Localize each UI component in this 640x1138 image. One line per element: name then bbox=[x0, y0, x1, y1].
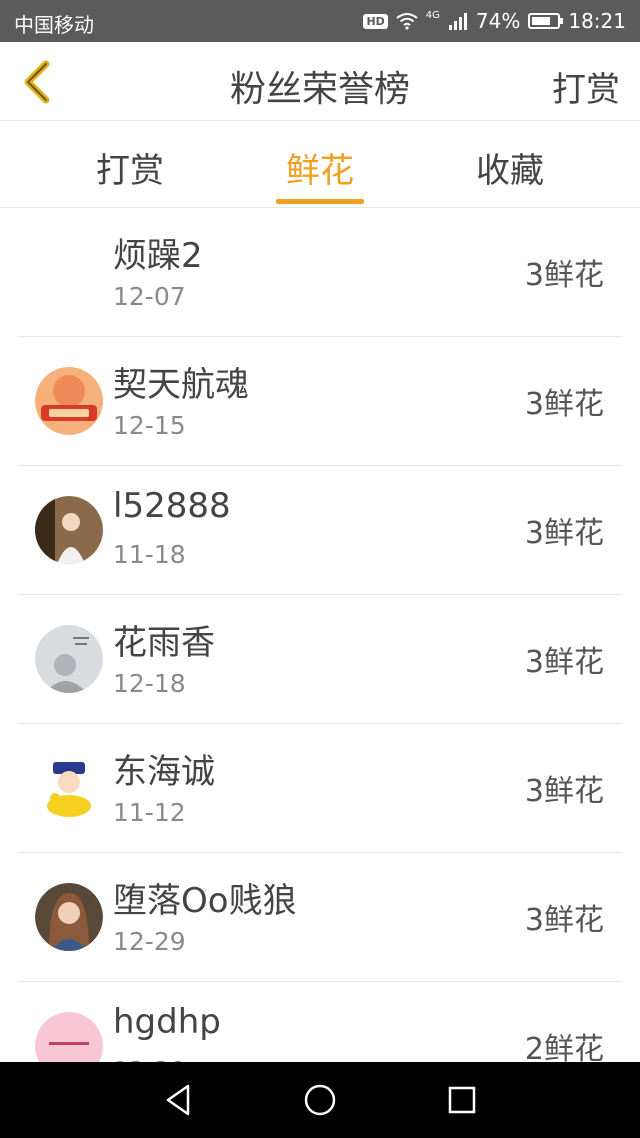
list-item[interactable]: l52888 11-18 3鲜花 bbox=[18, 466, 622, 595]
hd-badge: HD bbox=[363, 13, 388, 29]
tab-label: 打赏 bbox=[96, 151, 164, 191]
status-bar: 中国移动 HD 4G 74% 18:21 bbox=[0, 0, 640, 42]
flower-count: 3鲜花 bbox=[524, 387, 604, 422]
avatar[interactable] bbox=[35, 883, 103, 951]
list-item[interactable]: hgdhp 12-20 2鲜花 bbox=[18, 982, 622, 1062]
fan-date: 11-12 bbox=[113, 798, 186, 827]
flower-count: 3鲜花 bbox=[524, 258, 604, 293]
fan-name: hgdhp bbox=[113, 1002, 221, 1042]
fan-name: 东海诚 bbox=[113, 752, 215, 792]
fan-name: 契天航魂 bbox=[113, 365, 249, 405]
tab-flowers[interactable]: 鲜花 bbox=[260, 143, 380, 204]
fan-name: 烦躁2 bbox=[113, 236, 203, 276]
fan-list[interactable]: 烦躁2 12-07 3鲜花 契天航魂 12-15 3鲜花 l52888 11-1… bbox=[0, 208, 640, 1062]
flower-count: 3鲜花 bbox=[524, 516, 604, 551]
flower-count: 2鲜花 bbox=[524, 1032, 604, 1062]
tab-reward[interactable]: 打赏 bbox=[70, 143, 190, 192]
wifi-icon bbox=[396, 13, 418, 30]
battery-icon bbox=[528, 13, 564, 29]
fan-date: 12-07 bbox=[113, 282, 186, 311]
page-title: 粉丝荣誉榜 bbox=[229, 69, 410, 110]
avatar[interactable] bbox=[35, 367, 103, 435]
list-item[interactable]: 东海诚 11-12 3鲜花 bbox=[18, 724, 622, 853]
active-tab-indicator bbox=[276, 199, 364, 204]
clock: 18:21 bbox=[568, 9, 626, 33]
fan-name: 堕落Oo贱狼 bbox=[113, 881, 297, 921]
home-circle-icon[interactable] bbox=[302, 1082, 338, 1118]
list-item[interactable]: 堕落Oo贱狼 12-29 3鲜花 bbox=[18, 853, 622, 982]
flower-count: 3鲜花 bbox=[524, 903, 604, 938]
avatar[interactable] bbox=[35, 1012, 103, 1062]
system-nav-bar bbox=[0, 1062, 640, 1138]
reward-button[interactable]: 打赏 bbox=[552, 62, 620, 111]
list-item[interactable]: 契天航魂 12-15 3鲜花 bbox=[18, 337, 622, 466]
fan-date: 11-18 bbox=[113, 540, 186, 569]
fan-date: 12-18 bbox=[113, 669, 186, 698]
flower-count: 3鲜花 bbox=[524, 645, 604, 680]
app-header: 粉丝荣誉榜 打赏 bbox=[0, 42, 640, 121]
signal-icon bbox=[448, 13, 467, 30]
tab-label: 鲜花 bbox=[286, 151, 354, 191]
back-triangle-icon[interactable] bbox=[160, 1082, 196, 1118]
tab-favorites[interactable]: 收藏 bbox=[450, 143, 570, 192]
flower-count: 3鲜花 bbox=[524, 774, 604, 809]
tab-label: 收藏 bbox=[476, 151, 544, 191]
network-type: 4G bbox=[425, 9, 440, 21]
fan-name: l52888 bbox=[113, 486, 231, 526]
list-item[interactable]: 花雨香 12-18 3鲜花 bbox=[18, 595, 622, 724]
battery-percent: 74% bbox=[475, 9, 521, 33]
tab-bar: 打赏 鲜花 收藏 bbox=[0, 121, 640, 208]
status-icons: HD 4G 74% 18:21 bbox=[363, 9, 626, 33]
avatar[interactable] bbox=[35, 625, 103, 693]
carrier-label: 中国移动 bbox=[14, 13, 94, 37]
fan-date: 12-15 bbox=[113, 411, 186, 440]
list-item[interactable]: 烦躁2 12-07 3鲜花 bbox=[18, 208, 622, 337]
fan-name: 花雨香 bbox=[113, 623, 215, 663]
recent-apps-icon[interactable] bbox=[444, 1082, 480, 1118]
avatar[interactable] bbox=[35, 754, 103, 822]
avatar[interactable] bbox=[35, 496, 103, 564]
fan-date: 12-29 bbox=[113, 927, 186, 956]
